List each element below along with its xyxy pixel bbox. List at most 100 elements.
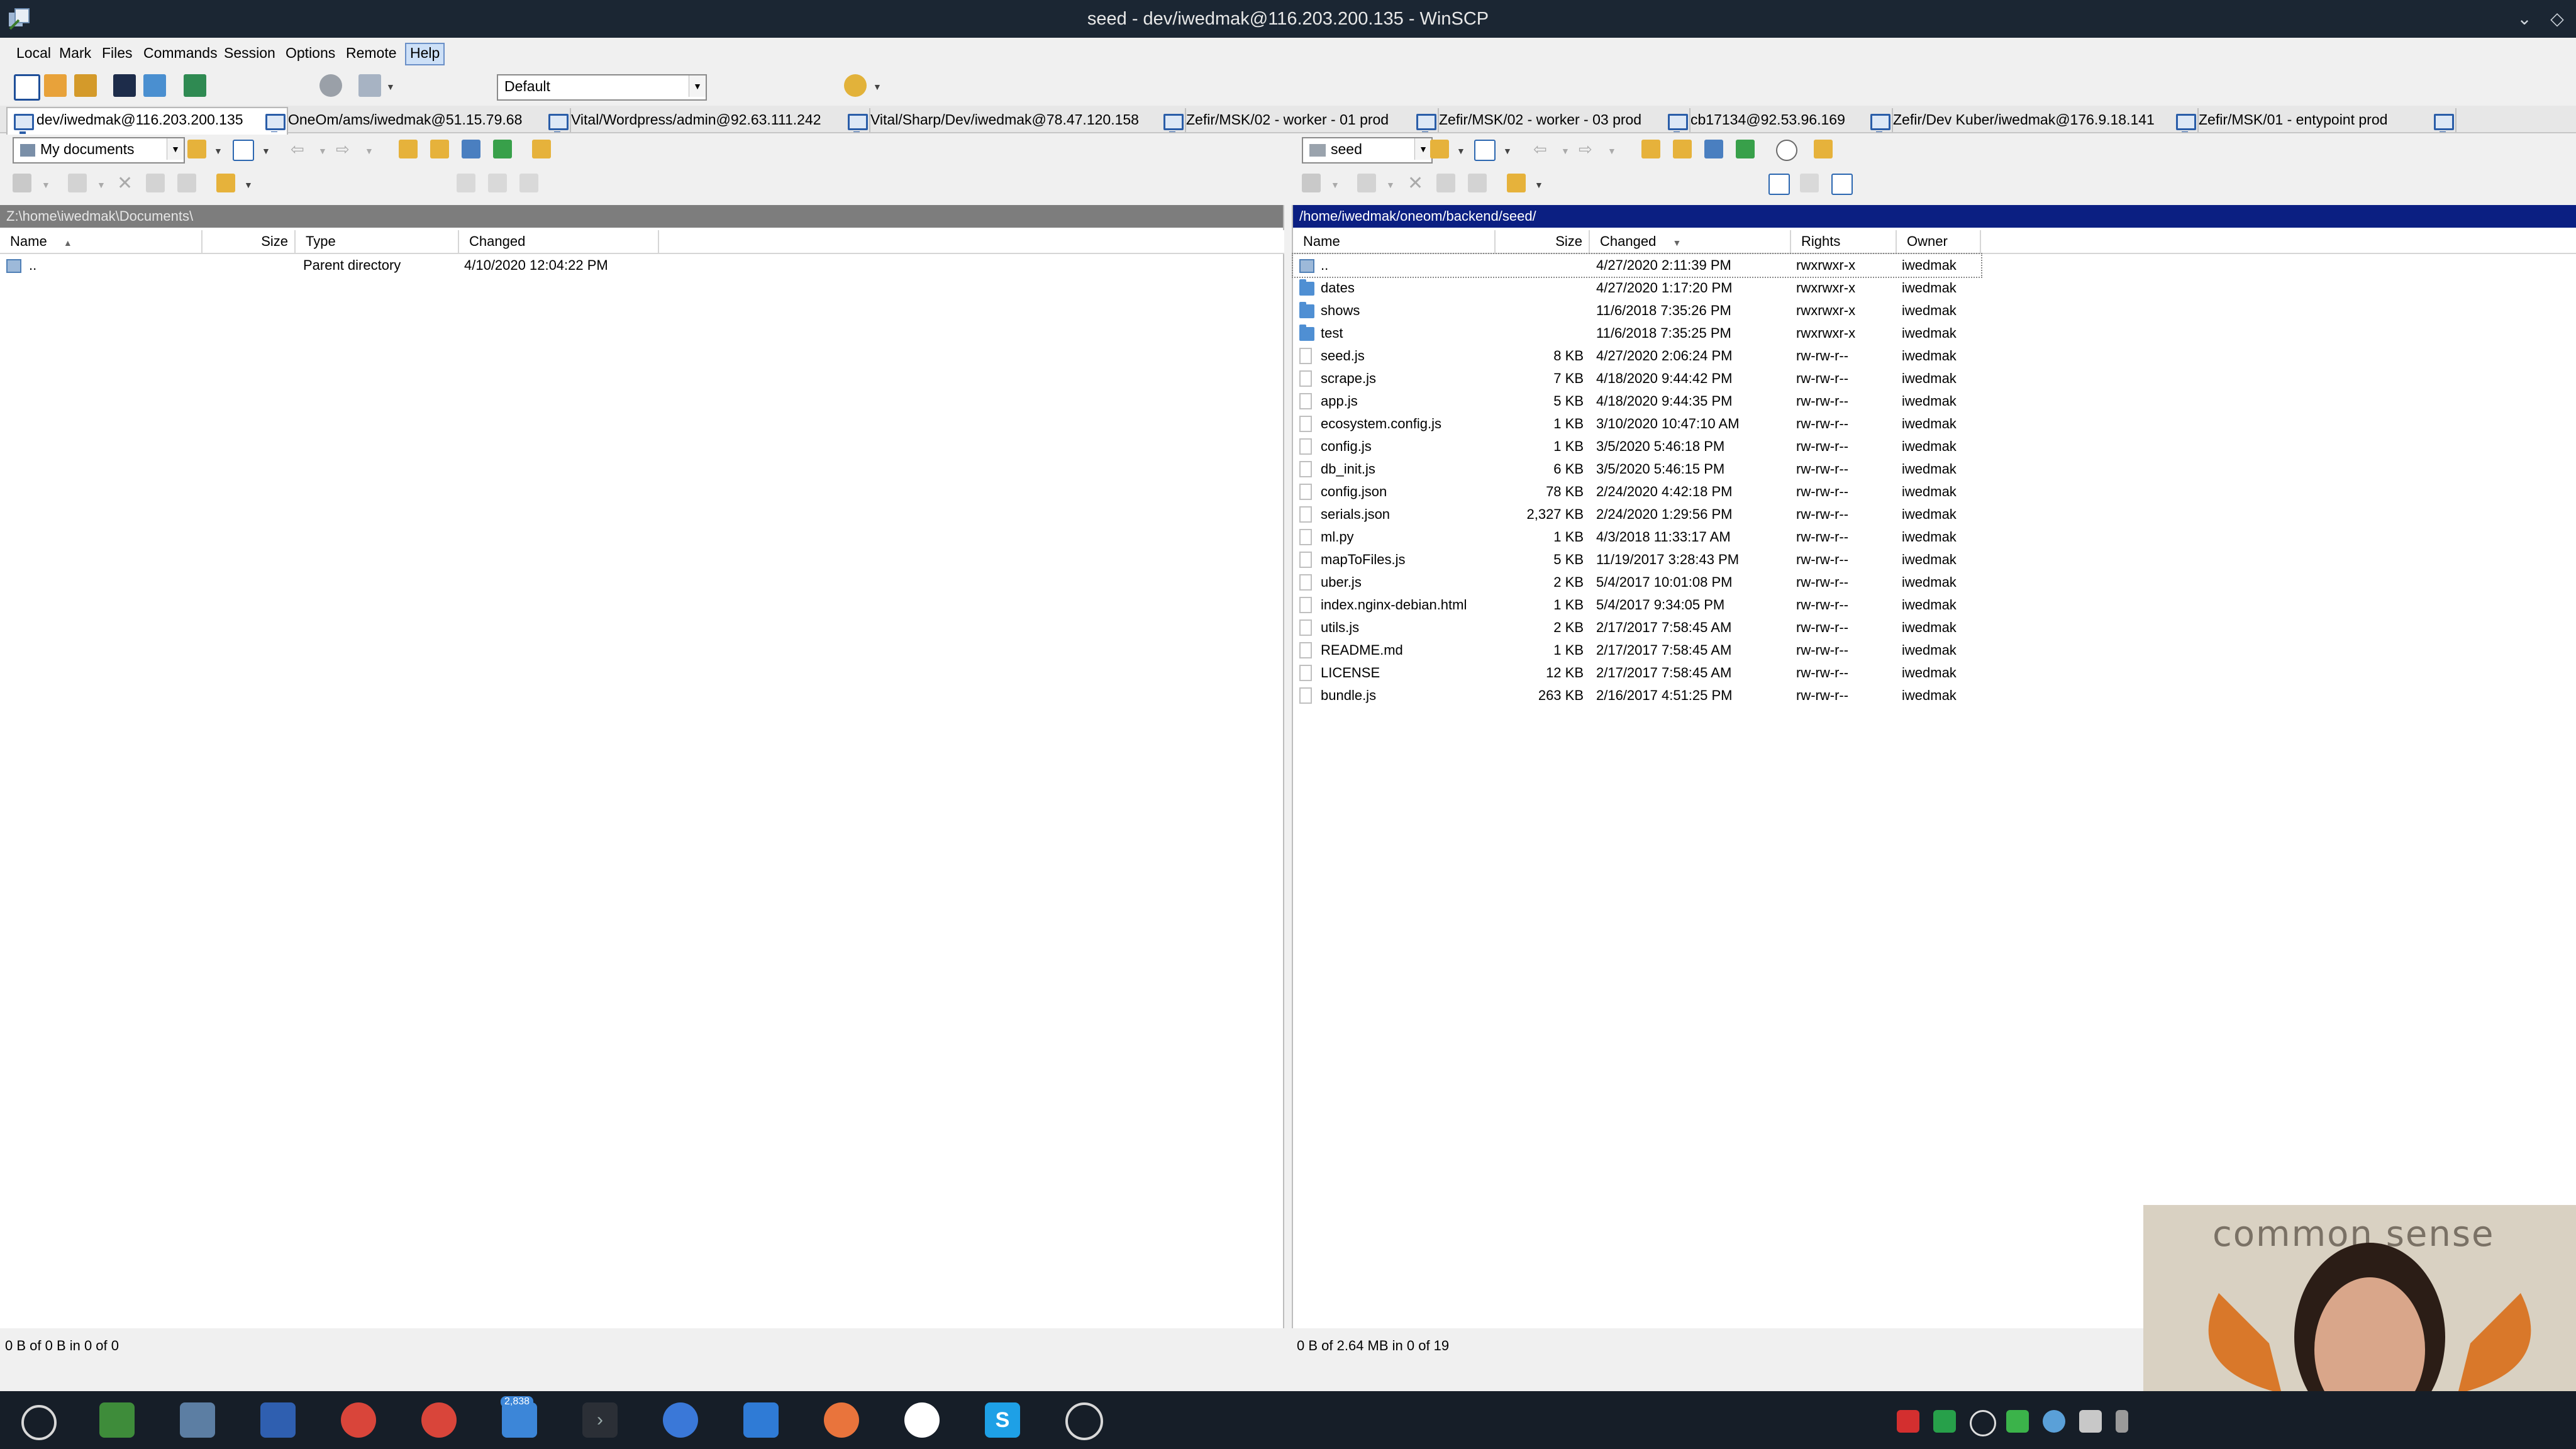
open-folder-dropdown-icon[interactable]: ▼ [1457,146,1465,156]
forward-dropdown-icon[interactable]: ▼ [365,146,374,156]
tab-session-1[interactable]: dev/iwedmak@116.203.200.135 [6,107,288,135]
file-row[interactable]: LICENSE 12 KB 2/17/2017 7:58:45 AM rw-rw-r-… [1293,662,2576,684]
file-row[interactable]: bundle.js 263 KB 2/16/2017 4:51:25 PM rw-rw… [1293,684,2576,707]
tab-session-7[interactable]: cb17134@92.53.96.169 [1662,108,1893,132]
root-directory-icon[interactable] [430,140,449,158]
local-path-bar[interactable]: Z:\home\iwedmak\Documents\ [0,205,1283,228]
chrome-icon[interactable] [341,1402,376,1438]
open-folder-dropdown-icon[interactable]: ▼ [214,146,223,156]
filter-dropdown-icon[interactable]: ▼ [1503,146,1512,156]
chrome-icon[interactable] [421,1402,457,1438]
file-row[interactable]: app.js 5 KB 4/18/2020 9:44:35 PM rw-rw-r-- i… [1293,390,2576,413]
back-arrow-icon[interactable]: ⇦ [1533,140,1547,159]
root-directory-icon[interactable] [1673,140,1692,158]
column-owner[interactable]: Owner [1897,230,1981,253]
menu-local[interactable]: Local [13,43,55,63]
new-folder-icon[interactable] [216,174,235,192]
menu-options[interactable]: Options [282,43,339,63]
column-changed[interactable]: Changed ▼ [1590,230,1791,253]
rename-icon[interactable] [1436,174,1455,192]
select-all-icon[interactable] [457,174,475,192]
new-tab-icon[interactable] [14,74,40,101]
download-dropdown-icon[interactable]: ▼ [1331,180,1340,190]
chevron-down-icon[interactable]: ▼ [1414,138,1431,160]
chevron-down-icon[interactable]: ▼ [689,75,706,97]
filter-select-icon[interactable] [519,174,538,192]
menu-help[interactable]: Help [405,43,445,65]
properties-icon[interactable] [1468,174,1487,192]
edit-dropdown-icon[interactable]: ▼ [97,180,106,190]
file-row[interactable]: mapToFiles.js 5 KB 11/19/2017 3:28:43 PM rw… [1293,548,2576,571]
parent-directory-icon[interactable] [399,140,418,158]
forward-arrow-icon[interactable]: ⇨ [336,140,350,159]
unselect-all-icon[interactable] [488,174,507,192]
column-name[interactable]: Name ▲ [0,230,203,253]
network-icon[interactable] [260,1402,296,1438]
home-icon[interactable] [1704,140,1723,158]
minimize-chevron-icon[interactable]: ⌄ [2513,8,2536,30]
refresh-icon[interactable] [1736,140,1755,158]
search-icon[interactable] [1776,140,1797,161]
edit-dropdown-icon[interactable]: ▼ [1386,180,1395,190]
column-size[interactable]: Size [1496,230,1590,253]
edit-icon[interactable] [1357,174,1376,192]
filter-icon[interactable] [1474,140,1496,161]
tab-session-3[interactable]: Vital/Wordpress/admin@92.63.111.242 [542,108,870,132]
back-arrow-icon[interactable]: ⇦ [291,140,304,159]
filter-dropdown-icon[interactable]: ▼ [262,146,270,156]
file-row[interactable]: .. 4/27/2020 2:11:39 PM rwxrwxr-x iwedmak [1292,253,1982,278]
parent-directory-icon[interactable] [1641,140,1660,158]
qbittorrent-icon[interactable] [663,1402,698,1438]
obs-tray-icon[interactable] [1970,1410,1996,1436]
find-files-icon[interactable] [1814,140,1833,158]
file-row[interactable]: seed.js 8 KB 4/27/2020 2:06:24 PM rw-rw-r--… [1293,345,2576,367]
file-row[interactable]: test 11/6/2018 7:35:25 PM rwxrwxr-x iwedmak [1293,322,2576,345]
sublime-icon[interactable] [824,1402,859,1438]
new-session-tab[interactable] [2428,108,2492,132]
forward-arrow-icon[interactable]: ⇨ [1579,140,1592,159]
file-row[interactable]: serials.json 2,327 KB 2/24/2020 1:29:56 PM… [1293,503,2576,526]
menu-session[interactable]: Session [220,43,279,63]
remote-path-bar[interactable]: /home/iwedmak/oneom/backend/seed/ [1293,205,2576,228]
file-row[interactable]: uber.js 2 KB 5/4/2017 10:01:08 PM rw-rw-r--… [1293,571,2576,594]
file-row[interactable]: config.js 1 KB 3/5/2020 5:46:18 PM rw-rw-r-… [1293,435,2576,458]
refresh-icon[interactable] [493,140,512,158]
back-dropdown-icon[interactable]: ▼ [1561,146,1570,156]
tab-session-5[interactable]: Zefir/MSK/02 - worker - 01 prod [1157,108,1439,132]
mail-icon[interactable] [502,1402,537,1438]
forward-dropdown-icon[interactable]: ▼ [1607,146,1616,156]
column-size[interactable]: Size [203,230,296,253]
select-all-icon[interactable] [1768,174,1790,195]
column-rights[interactable]: Rights [1791,230,1897,253]
tab-session-4[interactable]: Vital/Sharp/Dev/iwedmak@78.47.120.158 [841,108,1186,132]
download-icon[interactable] [1302,174,1321,192]
home-icon[interactable] [462,140,480,158]
winscp-icon[interactable] [180,1402,215,1438]
column-changed[interactable]: Changed [459,230,659,253]
find-files-icon[interactable] [532,140,551,158]
edit-icon[interactable] [68,174,87,192]
battery-tray-icon[interactable] [2116,1410,2128,1433]
transfer-options-icon[interactable] [844,74,867,97]
new-dropdown-icon[interactable]: ▼ [1535,180,1543,190]
check-tray-icon[interactable] [2006,1410,2029,1433]
queue-dropdown-arrow-icon[interactable]: ▼ [386,82,395,92]
file-row[interactable]: scrape.js 7 KB 4/18/2020 9:44:42 PM rw-rw-r… [1293,367,2576,390]
tab-session-2[interactable]: OneOm/ams/iwedmak@51.15.79.68 [259,108,571,132]
file-manager-icon[interactable] [743,1402,779,1438]
file-row[interactable]: db_init.js 6 KB 3/5/2020 5:46:15 PM rw-rw-r… [1293,458,2576,480]
menu-mark[interactable]: Mark [55,43,95,63]
mongodb-icon[interactable] [904,1402,940,1438]
back-dropdown-icon[interactable]: ▼ [318,146,327,156]
tab-session-8[interactable]: Zefir/Dev Kuber/iwedmak@176.9.18.141 [1864,108,2199,132]
rename-icon[interactable] [146,174,165,192]
file-row[interactable]: dates 4/27/2020 1:17:20 PM rwxrwxr-x iwedma… [1293,277,2576,299]
file-row[interactable]: config.json 78 KB 2/24/2020 4:42:18 PM rw-r… [1293,480,2576,503]
queue-icon[interactable] [358,74,381,97]
open-folder-icon[interactable] [1430,140,1449,158]
unselect-all-icon[interactable] [1800,174,1819,192]
local-location-combo[interactable]: My documents ▼ [13,137,185,164]
gear-icon[interactable] [319,74,342,97]
notepad-icon[interactable] [99,1402,135,1438]
menu-files[interactable]: Files [98,43,136,63]
